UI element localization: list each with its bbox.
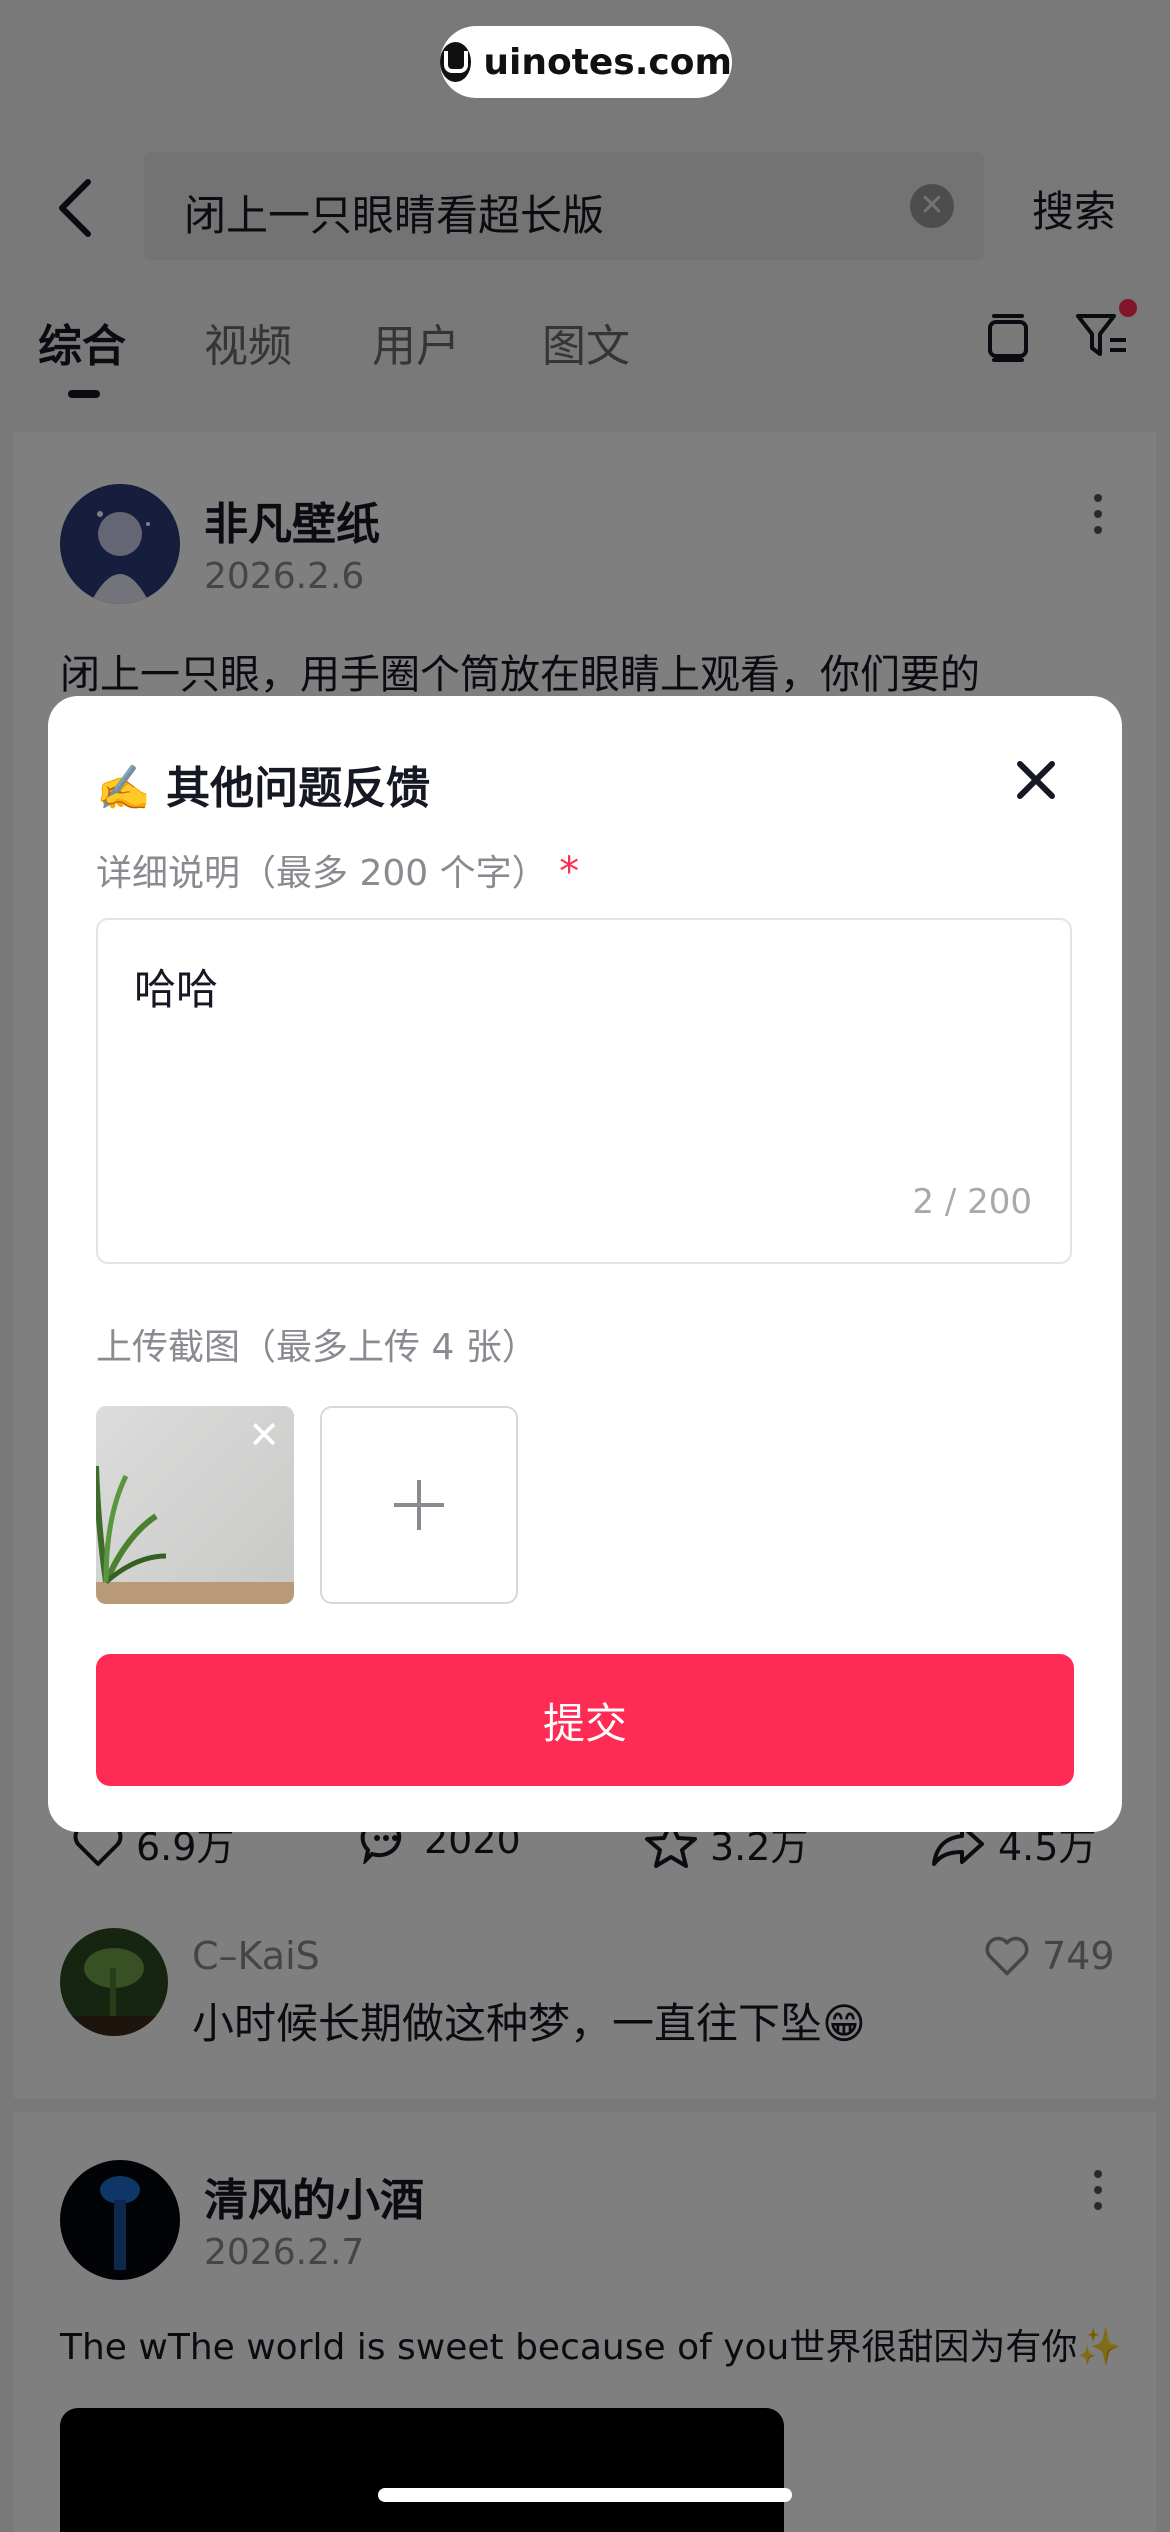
uinotes-logo-icon xyxy=(440,42,472,82)
home-indicator[interactable] xyxy=(378,2488,792,2502)
watermark-text: uinotes.com xyxy=(483,41,732,83)
plus-icon xyxy=(394,1480,444,1530)
submit-button[interactable]: 提交 xyxy=(96,1654,1074,1786)
watermark-badge: uinotes.com xyxy=(440,26,732,98)
required-mark: * xyxy=(559,849,580,895)
add-image-button[interactable] xyxy=(320,1406,518,1604)
uploaded-screenshot-thumbnail[interactable]: ✕ xyxy=(96,1406,294,1604)
char-counter: 2 / 200 xyxy=(912,1182,1032,1222)
remove-image-icon[interactable]: ✕ xyxy=(248,1416,280,1454)
upload-label: 上传截图（最多上传 4 张） xyxy=(96,1327,538,1368)
feedback-modal: ✍️ 其他问题反馈 详细说明（最多 200 个字） * 哈哈 2 / 200 上… xyxy=(48,696,1122,1832)
detail-label-text: 详细说明（最多 200 个字） xyxy=(96,853,548,894)
detail-textarea[interactable]: 哈哈 2 / 200 xyxy=(96,918,1072,1264)
modal-title: ✍️ 其他问题反馈 xyxy=(96,763,431,814)
close-icon[interactable] xyxy=(1012,756,1060,804)
detail-text-value: 哈哈 xyxy=(134,965,219,1014)
detail-label: 详细说明（最多 200 个字） * xyxy=(96,844,579,896)
